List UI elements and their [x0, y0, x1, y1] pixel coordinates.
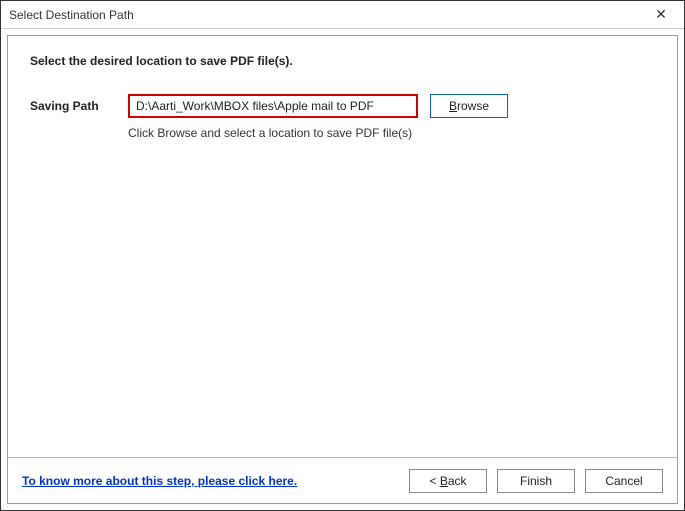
browse-button[interactable]: Browse	[430, 94, 508, 118]
finish-button[interactable]: Finish	[497, 469, 575, 493]
dialog-content-frame: Select the desired location to save PDF …	[7, 35, 678, 504]
browse-mnemonic: B	[449, 99, 457, 113]
dialog-window: Select Destination Path ✕ Select the des…	[0, 0, 685, 511]
close-icon[interactable]: ✕	[646, 1, 676, 28]
back-button[interactable]: < Back	[409, 469, 487, 493]
titlebar: Select Destination Path ✕	[1, 1, 684, 29]
content-area: Select the desired location to save PDF …	[8, 36, 677, 457]
footer-buttons: < Back Finish Cancel	[409, 469, 663, 493]
back-prefix: <	[429, 474, 439, 488]
help-link[interactable]: To know more about this step, please cli…	[22, 474, 409, 488]
saving-path-input[interactable]	[128, 94, 418, 118]
cancel-button[interactable]: Cancel	[585, 469, 663, 493]
saving-path-row: Saving Path Browse	[30, 94, 655, 118]
back-mnemonic: B	[440, 474, 448, 488]
instruction-text: Select the desired location to save PDF …	[30, 54, 655, 68]
saving-path-label: Saving Path	[30, 99, 116, 113]
dialog-footer: To know more about this step, please cli…	[8, 457, 677, 503]
back-rest: ack	[448, 474, 467, 488]
path-hint: Click Browse and select a location to sa…	[128, 126, 655, 140]
window-title: Select Destination Path	[9, 8, 646, 22]
browse-rest: rowse	[457, 99, 489, 113]
